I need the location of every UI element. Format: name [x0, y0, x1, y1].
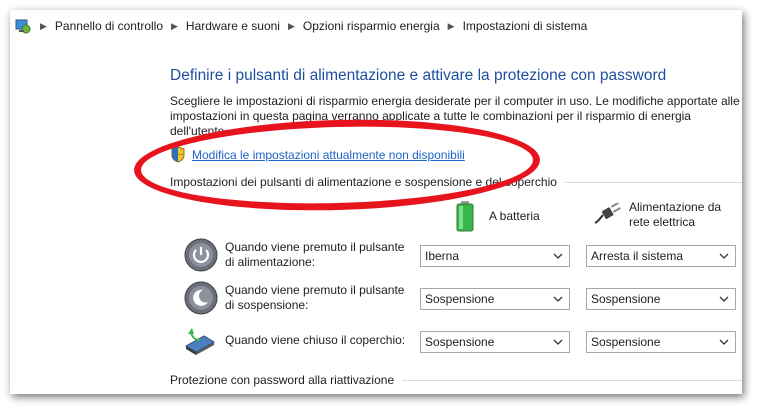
battery-column-label: A batteria	[489, 209, 540, 223]
uac-shield-icon	[171, 146, 185, 163]
chevron-right-icon: ▶	[171, 20, 178, 31]
chevron-right-icon: ▶	[447, 20, 455, 31]
chevron-down-icon	[719, 296, 729, 302]
chevron-right-icon: ▶	[287, 20, 295, 31]
chevron-down-icon	[553, 296, 563, 302]
sleep-button-battery-value: Sospensione	[425, 292, 495, 306]
sleep-button-battery-select[interactable]: Sospensione	[420, 288, 570, 310]
breadcrumb-system-settings[interactable]: Impostazioni di sistema	[463, 19, 588, 33]
control-panel-icon	[15, 19, 31, 34]
change-settings-link-text[interactable]: Modifica le impostazioni attualmente non…	[192, 148, 465, 162]
ac-column-label-line1: Alimentazione da	[629, 200, 722, 214]
breadcrumb-hardware-sound[interactable]: Hardware e suoni	[186, 19, 280, 33]
address-bar[interactable]: ▶ Pannello di controllo ▶ Hardware e suo…	[10, 10, 742, 42]
lid-close-row-label: Quando viene chiuso il coperchio:	[225, 333, 406, 347]
chevron-down-icon	[719, 253, 729, 259]
breadcrumb-control-panel[interactable]: Pannello di controllo	[55, 19, 163, 33]
lid-close-ac-value: Sospensione	[591, 335, 661, 349]
battery-icon	[456, 201, 474, 232]
chevron-down-icon	[553, 253, 563, 259]
page-description: Scegliere le impostazioni di risparmio e…	[170, 94, 740, 138]
ac-column-header: Alimentazione da rete elettrica	[593, 200, 721, 230]
lid-close-ac-select[interactable]: Sospensione	[586, 331, 736, 353]
laptop-lid-icon	[185, 328, 215, 355]
power-button-ac-select[interactable]: Arresta il sistema	[586, 245, 736, 267]
chevron-right-icon: ▶	[40, 20, 47, 31]
chevron-down-icon	[553, 339, 563, 345]
power-button-row-label: Quando viene premuto il pulsante di alim…	[225, 240, 405, 269]
control-panel-window: ▶ Pannello di controllo ▶ Hardware e suo…	[10, 10, 742, 394]
lid-close-battery-select[interactable]: Sospensione	[420, 331, 570, 353]
change-settings-link[interactable]: Modifica le impostazioni attualmente non…	[170, 146, 465, 163]
breadcrumb-power-options[interactable]: Opzioni risparmio energia	[303, 19, 440, 33]
sleep-button-row-label: Quando viene premuto il pulsante di sosp…	[225, 283, 405, 312]
power-plug-icon	[594, 203, 621, 224]
lid-close-battery-value: Sospensione	[425, 335, 495, 349]
sleep-button-ac-value: Sospensione	[591, 292, 661, 306]
power-button-battery-select[interactable]: Iberna	[420, 245, 570, 267]
ac-column-label-line2: rete elettrica	[629, 215, 696, 229]
section-buttons-heading: Impostazioni dei pulsanti di alimentazio…	[170, 175, 565, 189]
sleep-button-icon	[184, 281, 218, 315]
power-button-battery-value: Iberna	[425, 249, 460, 263]
section-password-heading: Protezione con password alla riattivazio…	[170, 373, 403, 387]
battery-column-header: A batteria	[455, 200, 540, 232]
page-title: Definire i pulsanti di alimentazione e a…	[170, 67, 667, 84]
power-button-icon	[184, 238, 218, 272]
chevron-down-icon	[719, 339, 729, 345]
power-button-ac-value: Arresta il sistema	[591, 249, 684, 263]
sleep-button-ac-select[interactable]: Sospensione	[586, 288, 736, 310]
